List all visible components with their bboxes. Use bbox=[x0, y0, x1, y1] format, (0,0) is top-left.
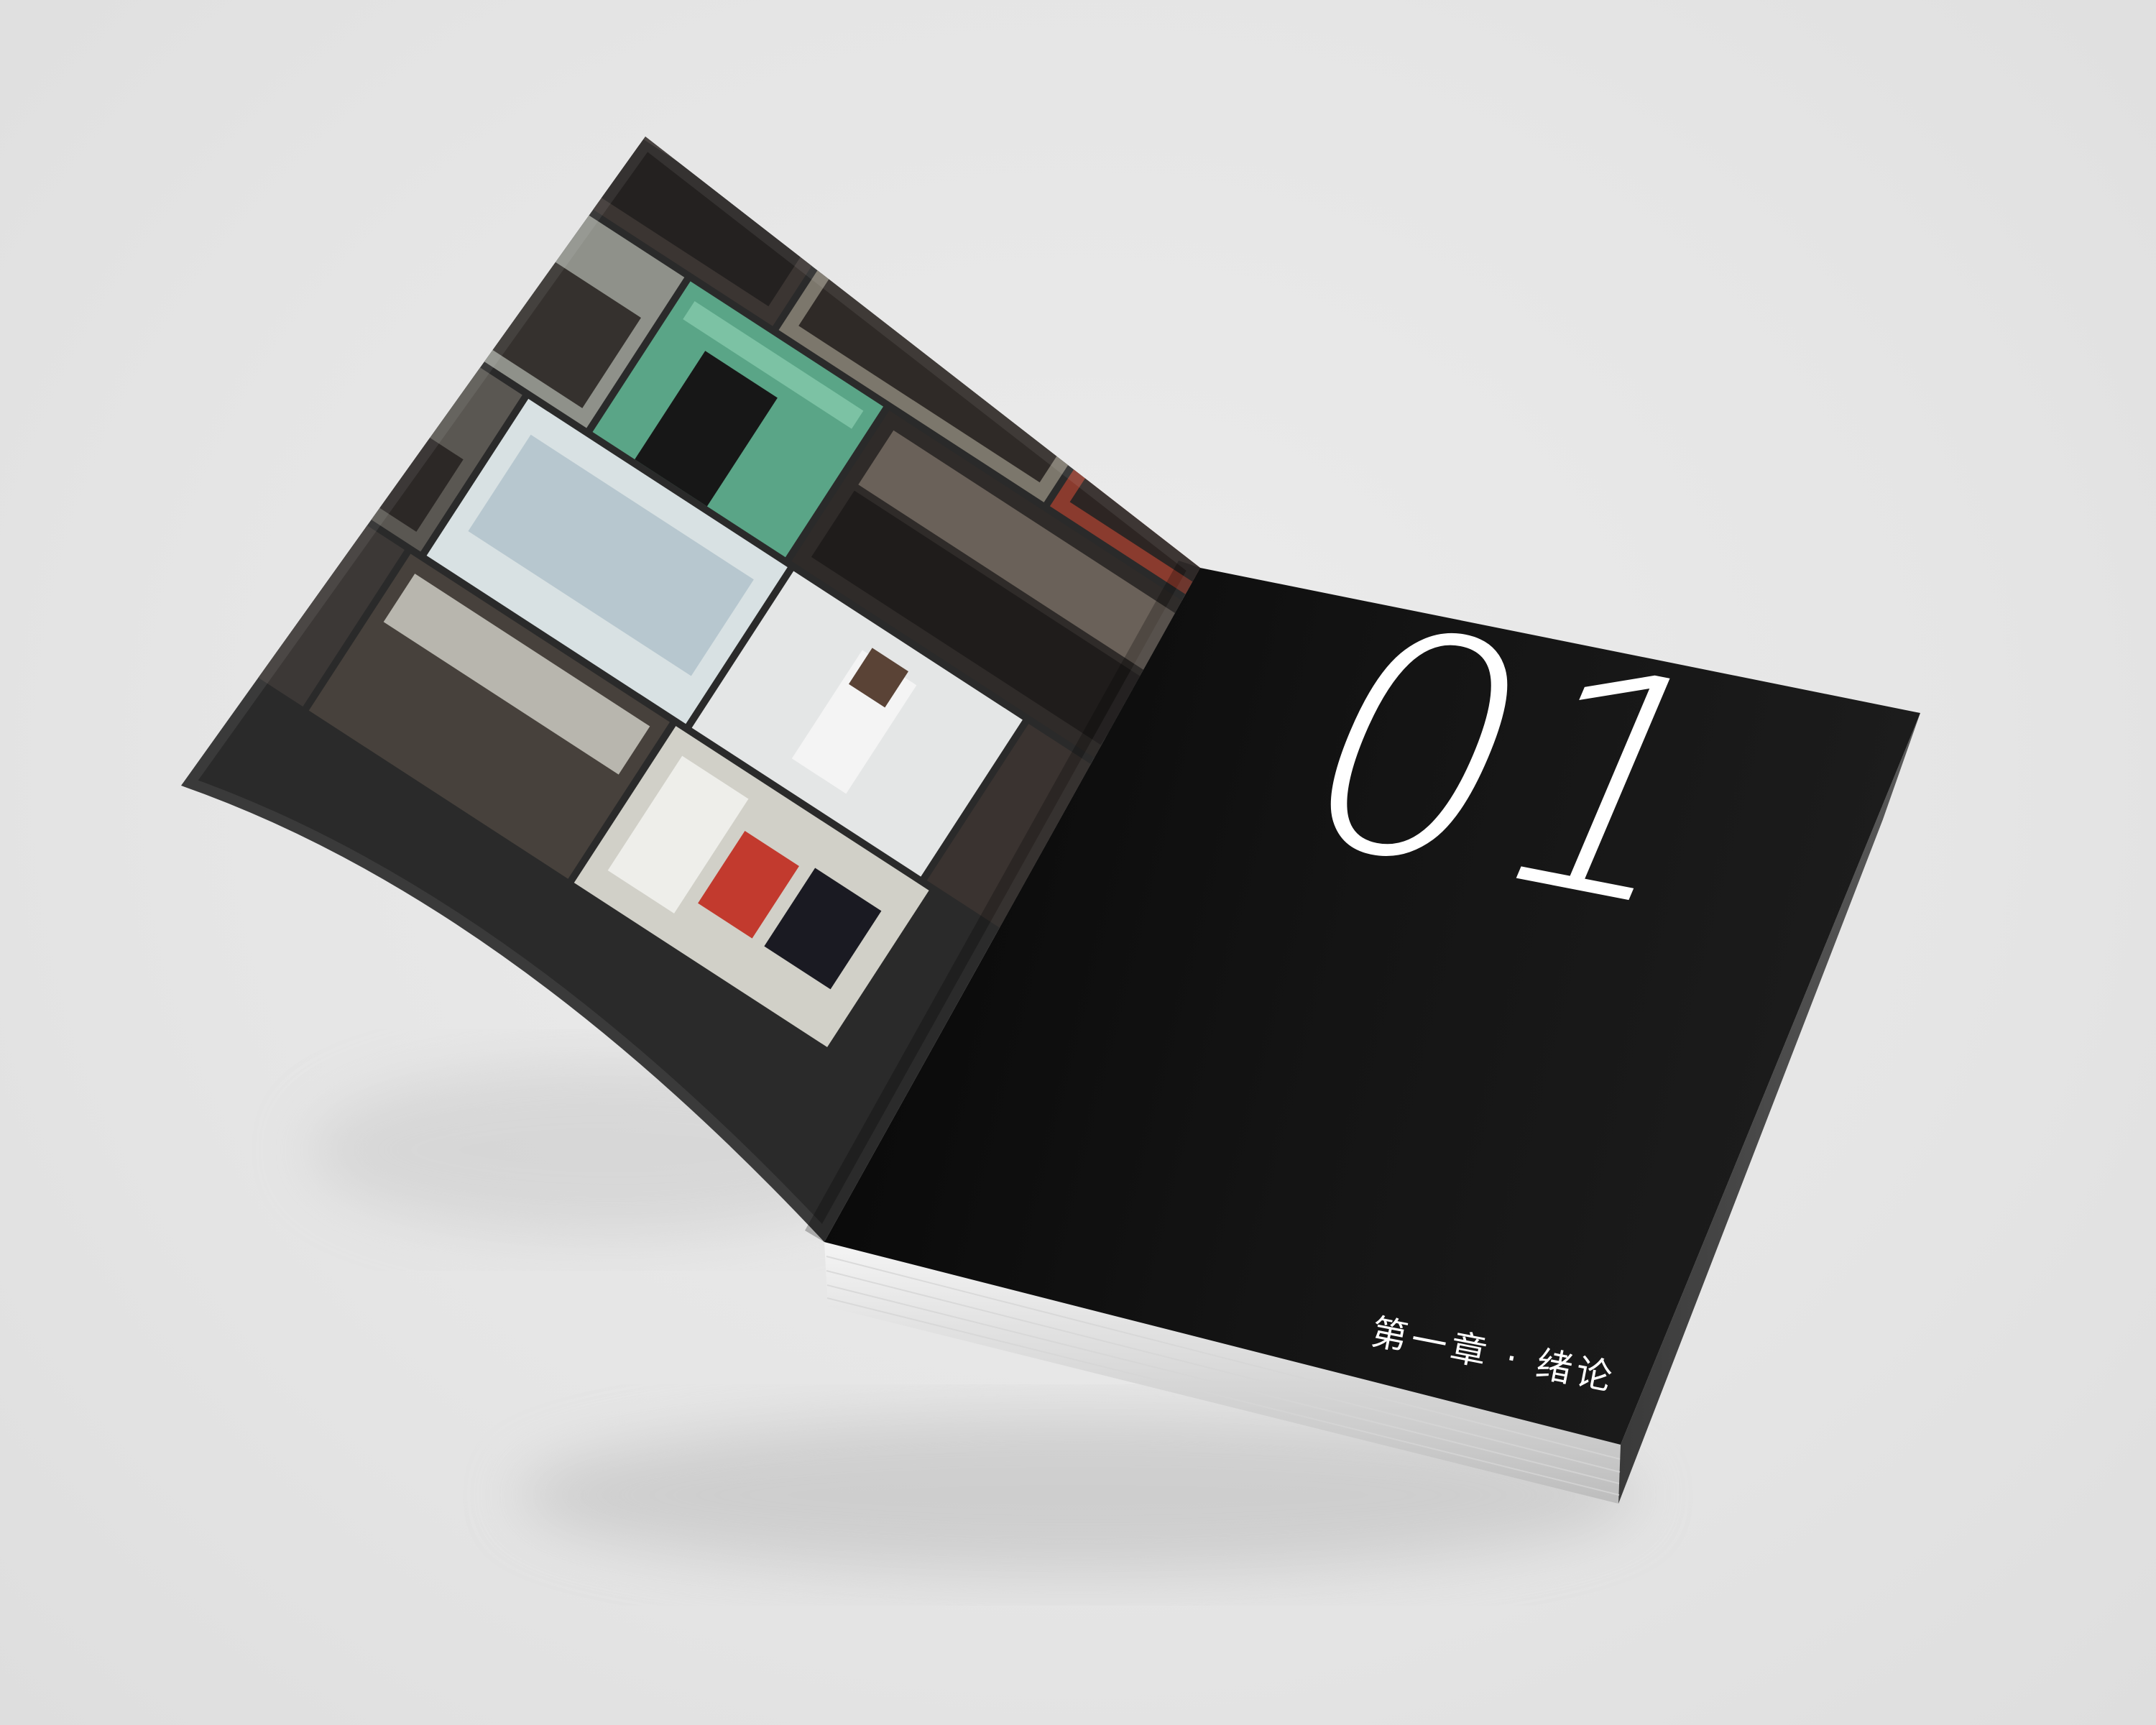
book-mockup-scene: 01 第一章 · 绪论 bbox=[0, 0, 2156, 1725]
book-mockup: 01 第一章 · 绪论 bbox=[181, 137, 1920, 1574]
